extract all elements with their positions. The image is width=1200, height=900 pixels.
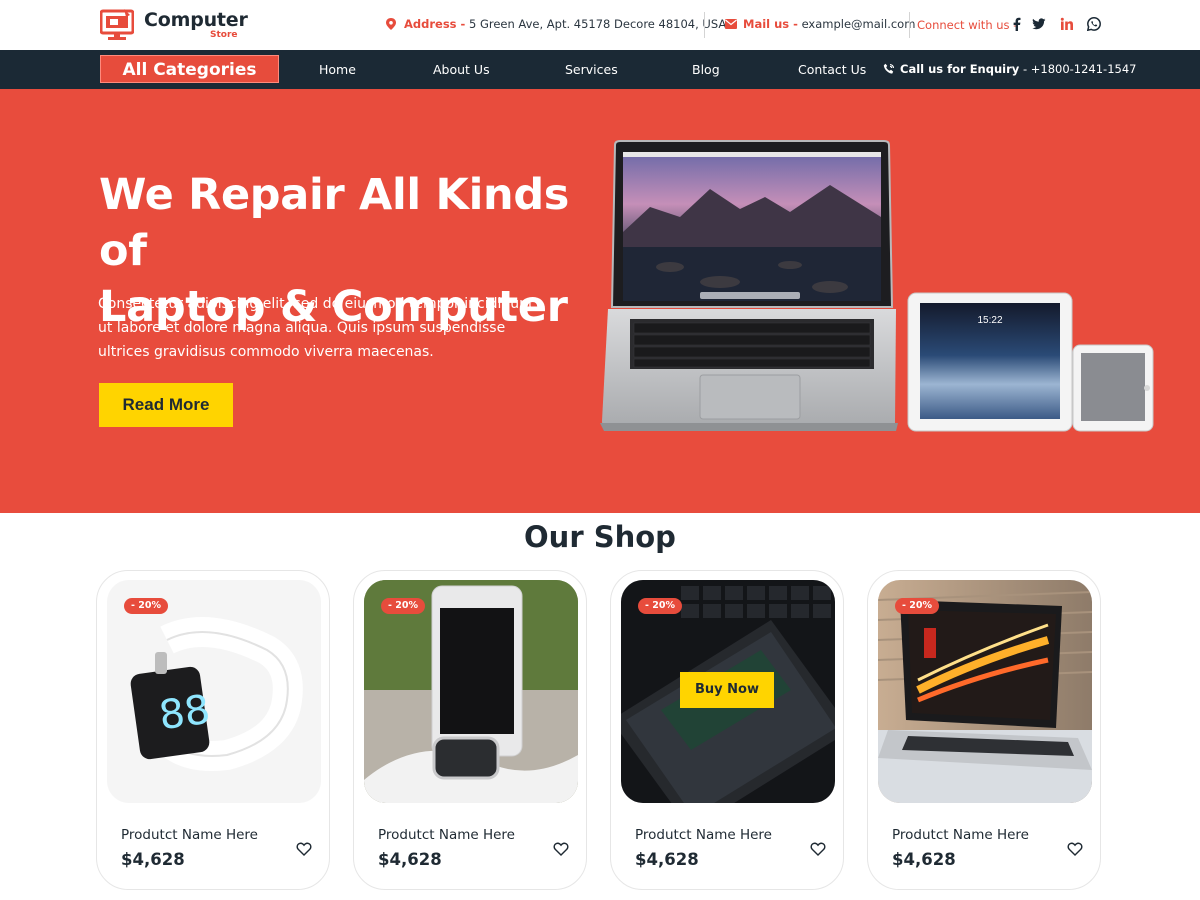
top-bar: Computer Store Address - 5 Green Ave, Ap… [0,0,1200,50]
product-price: $4,628 [121,850,185,869]
mail-value: example@mail.com [801,17,916,31]
heart-icon[interactable] [553,841,569,857]
mail-label: Mail us - [743,17,798,31]
hero-banner: We Repair All Kinds of Laptop & Computer… [0,89,1200,513]
product-price: $4,628 [378,850,442,869]
product-card[interactable]: - 20% Produtct Name Here $4,628 [353,570,587,890]
envelope-icon [725,19,737,29]
read-more-button[interactable]: Read More [99,383,233,427]
heart-icon[interactable] [1067,841,1083,857]
nav-link-services[interactable]: Services [565,62,618,77]
location-pin-icon [386,18,396,30]
all-categories-button[interactable]: All Categories [100,55,279,83]
product-card[interactable]: 88 - 20% Produtct Name Here $4,628 [96,570,330,890]
discount-badge: - 20% [895,598,939,614]
divider [909,12,910,38]
product-name[interactable]: Produtct Name Here [635,827,772,843]
hero-title-line-1: We Repair All Kinds of [99,170,570,276]
brand-subtitle: Store [210,30,238,40]
product-name[interactable]: Produtct Name Here [121,827,258,843]
buy-now-button[interactable]: Buy Now [680,672,774,708]
product-card[interactable]: Buy Now - 20% Produtct Name Here $4,628 [610,570,844,890]
enquiry-label: Call us for Enquiry [900,62,1020,76]
nav-link-contact-us[interactable]: Contact Us [798,62,866,77]
product-name[interactable]: Produtct Name Here [378,827,515,843]
nav-link-blog[interactable]: Blog [692,62,720,77]
monitor-logo-icon [100,9,134,40]
product-card[interactable]: - 20% Produtct Name Here $4,628 [867,570,1101,890]
divider [704,12,705,38]
product-price: $4,628 [892,850,956,869]
address-value: 5 Green Ave, Apt. 45178 Decore 48104, US… [468,17,727,31]
discount-badge: - 20% [381,598,425,614]
tablet-clock: 15:22 [977,315,1002,326]
twitter-icon[interactable] [1032,17,1046,31]
whatsapp-icon[interactable] [1087,17,1101,31]
enquiry-phone-number: - +1800-1241-1547 [1022,62,1137,76]
heart-icon[interactable] [810,841,826,857]
devices-image: 15:22 [600,140,1154,432]
heart-icon[interactable] [296,841,312,857]
linkedin-icon[interactable] [1060,17,1074,31]
address-info: Address - 5 Green Ave, Apt. 45178 Decore… [386,17,727,31]
address-label: Address - [404,17,466,31]
svg-text:88: 88 [156,687,213,740]
mail-info[interactable]: Mail us - example@mail.com [725,17,916,31]
shop-section-title: Our Shop [524,520,676,554]
facebook-icon[interactable] [1010,17,1024,31]
brand-name: Computer [144,9,248,31]
nav-link-about-us[interactable]: About Us [433,62,490,77]
phone-call-icon [883,63,895,74]
main-navigation: All Categories Home About Us Services Bl… [0,50,1200,89]
product-price: $4,628 [635,850,699,869]
product-name[interactable]: Produtct Name Here [892,827,1029,843]
hero-description: Consectetur adipiscing elit, sed do eius… [98,296,534,360]
brand-logo[interactable]: Computer Store [100,8,250,42]
discount-badge: - 20% [638,598,682,614]
connect-label: Connect with us - [917,18,1018,32]
enquiry-phone[interactable]: Call us for Enquiry - +1800-1241-1547 [900,62,1136,76]
discount-badge: - 20% [124,598,168,614]
nav-link-home[interactable]: Home [319,62,356,77]
